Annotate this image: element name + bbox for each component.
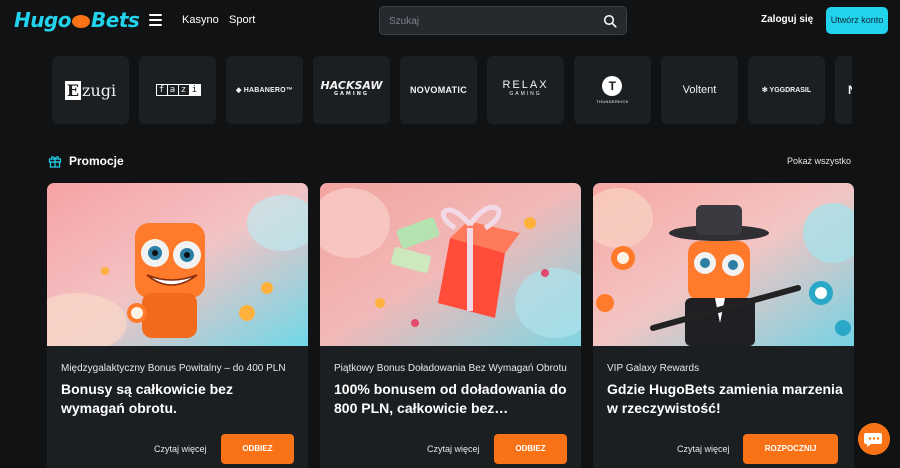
claim-button[interactable]: ODBIEZ TERAZ! (494, 434, 567, 464)
search-input[interactable] (389, 13, 589, 29)
provider-novomatic[interactable]: NOVOMATIC (400, 56, 477, 124)
provider-fazi[interactable]: fazi (139, 56, 216, 124)
promotions-header: Promocje (48, 154, 124, 168)
provider-hacksaw[interactable]: HACKSAW GAMING (313, 56, 390, 124)
promo-card[interactable]: VIP Galaxy Rewards Gdzie HugoBets zamien… (593, 183, 854, 468)
thunderkick-logo: THUNDERKICK (596, 76, 628, 104)
read-more-link[interactable]: Czytaj więcej (427, 444, 480, 454)
gift-icon (48, 156, 62, 168)
relax-logo: RELAX GAMING (502, 79, 549, 98)
provider-partial[interactable]: N (835, 56, 852, 124)
read-more-link[interactable]: Czytaj więcej (154, 444, 207, 454)
logo-text-hugo: Hugo (14, 8, 72, 32)
search-icon[interactable] (603, 14, 617, 28)
novomatic-logo: NOVOMATIC (409, 85, 468, 95)
yggdrasil-logo: ✻ YGGDRASIL (761, 87, 812, 94)
claim-button[interactable]: ODBIEZ TERAZ! (221, 434, 294, 464)
provider-habanero[interactable]: ◆ HABANERO™ (226, 56, 303, 124)
provider-thunderkick[interactable]: THUNDERKICK (574, 56, 651, 124)
partial-provider-logo: N (848, 83, 852, 97)
start-now-button[interactable]: ROZPOCZNIJ TERAZ! (743, 434, 838, 464)
provider-relax[interactable]: RELAX GAMING (487, 56, 564, 124)
logo-ball-icon (72, 14, 91, 28)
promo-card-subtitle: Międzygalaktyczny Bonus Powitalny – do 4… (61, 363, 286, 374)
search-box (379, 6, 627, 35)
ezugi-logo: Ezugi (64, 80, 117, 100)
read-more-link[interactable]: Czytaj więcej (677, 444, 730, 454)
provider-voltent[interactable]: Voltent (661, 56, 738, 124)
promotions-title: Promocje (69, 154, 124, 168)
nav-link-sport[interactable]: Sport (229, 14, 255, 26)
voltent-logo: Voltent (682, 84, 717, 96)
top-bar: Hugo Bets Kasyno Sport Zaloguj się Utwór… (0, 0, 900, 42)
promo-card-title: Gdzie HugoBets zamienia marzenia w rzecz… (607, 381, 843, 416)
habanero-logo: ◆ HABANERO™ (236, 87, 293, 94)
promo-card-title: Bonusy są całkowicie bez wymagań obrotu. (61, 381, 233, 416)
promo-card-image (593, 183, 854, 346)
promo-card[interactable]: Międzygalaktyczny Bonus Powitalny – do 4… (47, 183, 308, 468)
login-link[interactable]: Zaloguj się (761, 14, 813, 25)
chat-icon[interactable] (858, 423, 890, 455)
promo-card-image (320, 183, 581, 346)
show-all-link[interactable]: Pokaż wszystko (787, 156, 851, 166)
provider-strip: Ezugi fazi ◆ HABANERO™ HACKSAW GAMING NOV… (52, 56, 852, 124)
provider-yggdrasil[interactable]: ✻ YGGDRASIL (748, 56, 825, 124)
logo-text-bets: Bets (91, 8, 140, 32)
fazi-logo: fazi (155, 84, 201, 96)
promo-card-title: 100% bonusem od doładowania do 800 PLN, … (334, 381, 567, 416)
nav-link-kasyno[interactable]: Kasyno (182, 14, 219, 26)
hugobets-logo[interactable]: Hugo Bets (14, 8, 140, 32)
promo-card[interactable]: Piątkowy Bonus Doładowania Bez Wymagań O… (320, 183, 581, 468)
promo-card-subtitle: Piątkowy Bonus Doładowania Bez Wymagań O… (334, 363, 567, 374)
promo-card-image (47, 183, 308, 346)
hacksaw-logo: HACKSAW GAMING (320, 79, 383, 97)
register-button[interactable]: Utwórz konto (826, 7, 888, 34)
promo-card-subtitle: VIP Galaxy Rewards (607, 363, 700, 374)
provider-ezugi[interactable]: Ezugi (52, 56, 129, 124)
menu-icon[interactable] (149, 14, 162, 26)
